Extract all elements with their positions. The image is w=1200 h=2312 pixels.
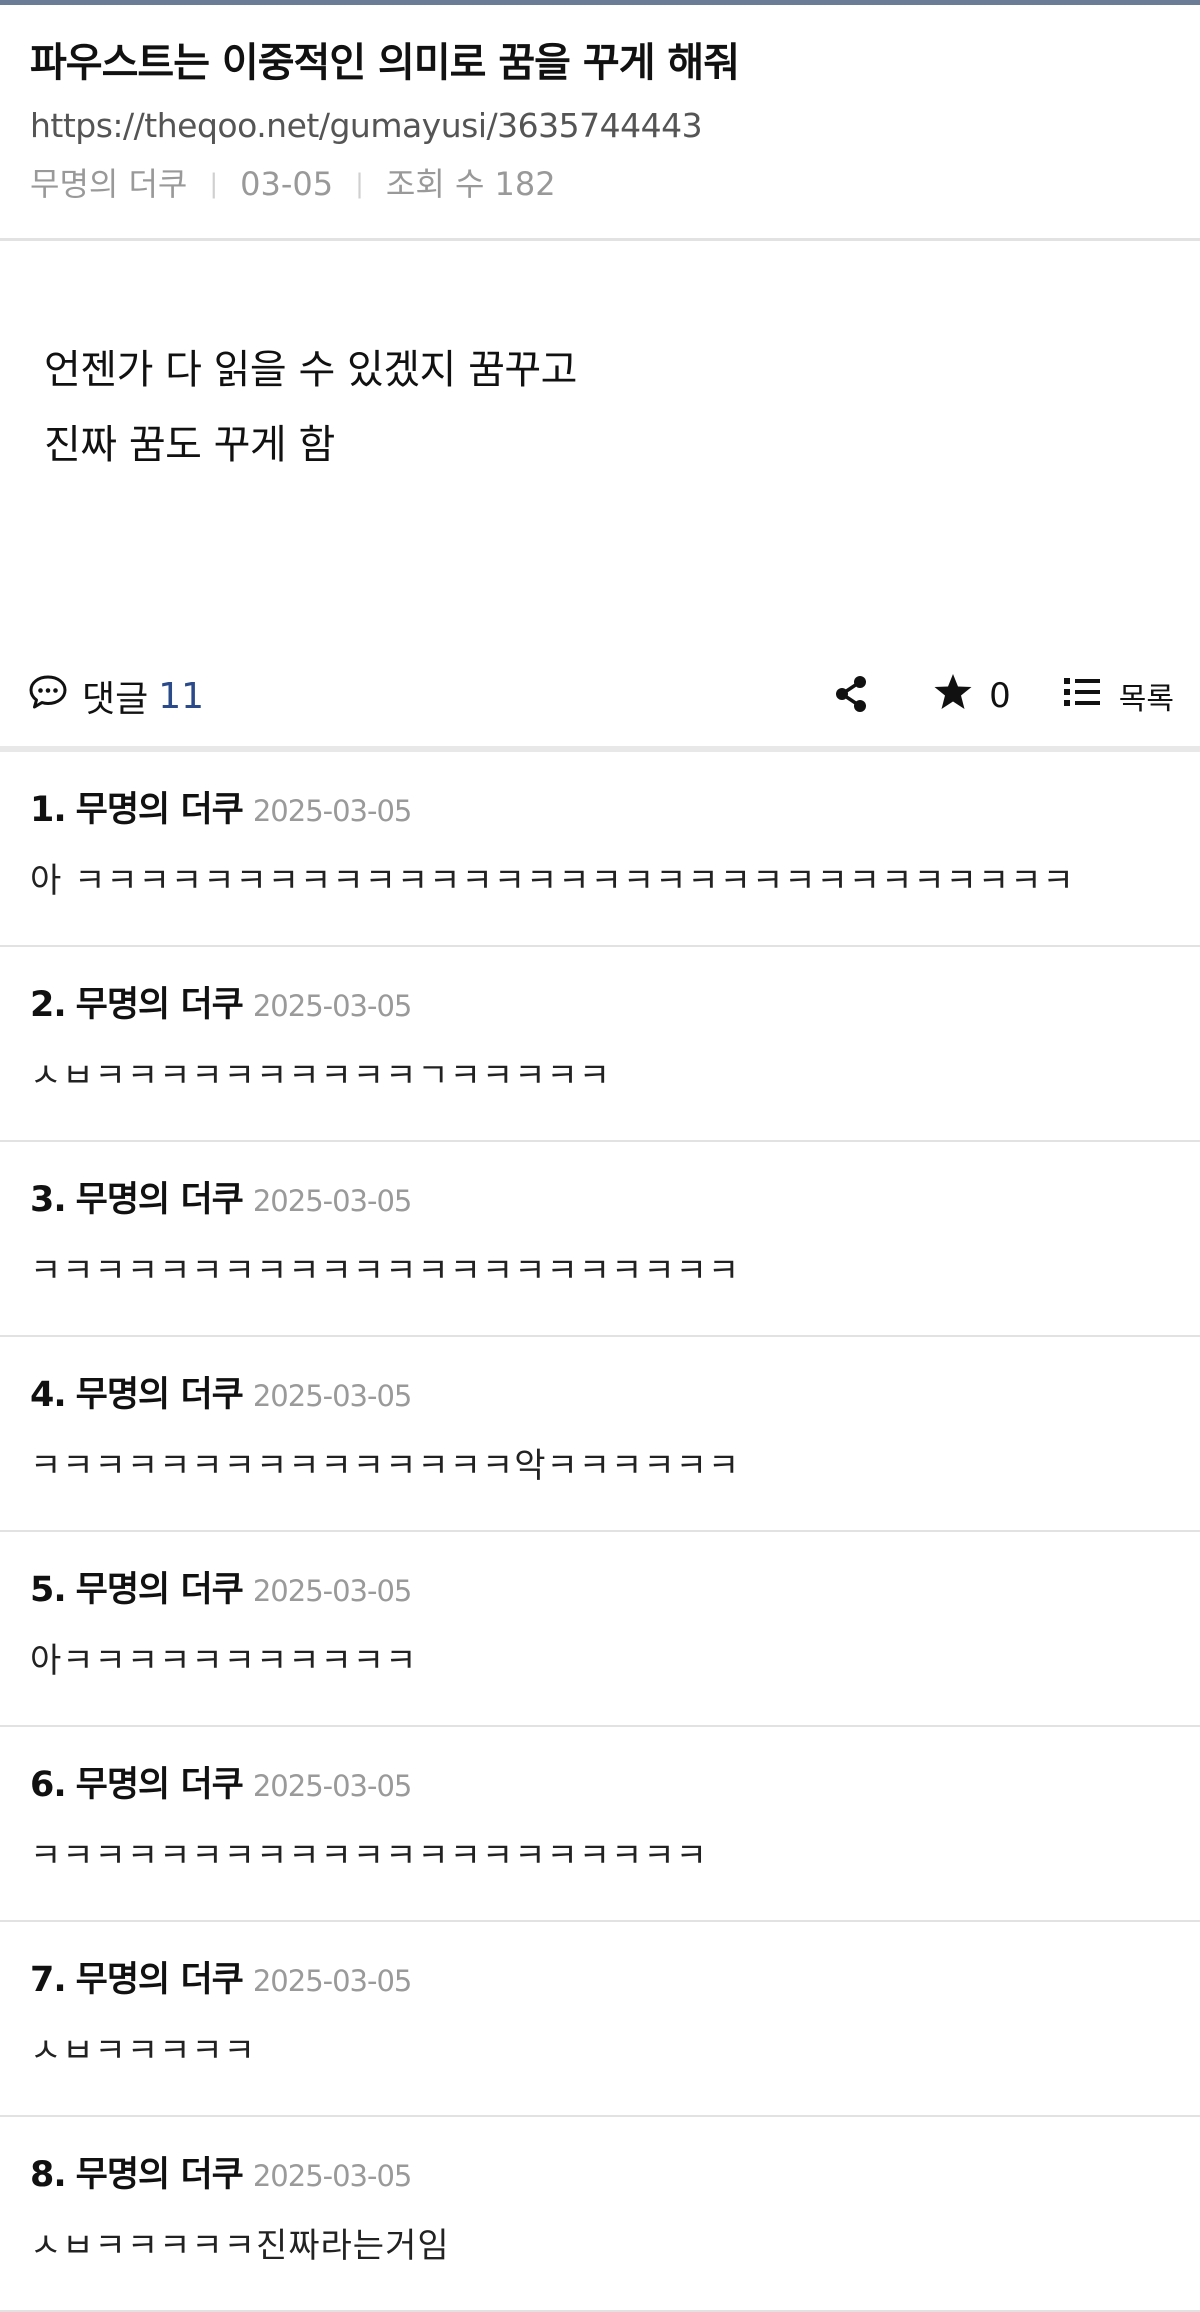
post-body-line: 진짜 꿈도 꾸게 함	[44, 422, 335, 468]
comment-list: 1. 무명의 더쿠 2025-03-05 아 ㅋㅋㅋㅋㅋㅋㅋㅋㅋㅋㅋㅋㅋㅋㅋㅋㅋㅋㅋㅋ…	[0, 752, 1200, 2312]
comment-label: 댓글	[82, 679, 149, 720]
post-body: 언젠가 다 읽을 수 있겠지 꿈꾸고 진짜 꿈도 꾸게 함	[0, 241, 1200, 646]
comment-number: 5.	[30, 1570, 67, 1610]
comment-author: 무명의 더쿠	[75, 1570, 244, 1610]
comment-date: 2025-03-05	[252, 1769, 413, 1803]
comment-header: 2. 무명의 더쿠 2025-03-05	[30, 977, 1170, 1034]
comment-author: 무명의 더쿠	[75, 1765, 244, 1805]
comment-item[interactable]: 3. 무명의 더쿠 2025-03-05 ㅋㅋㅋㅋㅋㅋㅋㅋㅋㅋㅋㅋㅋㅋㅋㅋㅋㅋㅋㅋㅋㅋ	[0, 1142, 1200, 1337]
list-button[interactable]: 목록	[1063, 674, 1174, 718]
comment-date: 2025-03-05	[252, 1574, 413, 1608]
post-views: 조회 수 182	[385, 165, 556, 203]
share-button[interactable]	[831, 676, 871, 716]
comment-item[interactable]: 5. 무명의 더쿠 2025-03-05 아ㅋㅋㅋㅋㅋㅋㅋㅋㅋㅋㅋ	[0, 1532, 1200, 1727]
share-icon	[833, 675, 869, 717]
comment-text: ㅅㅂㅋㅋㅋㅋㅋ진짜라는거임	[30, 2226, 450, 2266]
star-icon	[933, 673, 973, 720]
post-title: 파우스트는 이중적인 의미로 꿈을 꾸게 해줘	[30, 40, 740, 86]
post-author: 무명의 더쿠	[30, 165, 188, 203]
comment-header: 5. 무명의 더쿠 2025-03-05	[30, 1562, 1170, 1619]
post-header: 파우스트는 이중적인 의미로 꿈을 꾸게 해줘 https://theqoo.n…	[0, 5, 1200, 241]
comment-author: 무명의 더쿠	[75, 985, 244, 1025]
post-action-bar: 댓글 11 0 목록	[0, 646, 1200, 752]
comment-text: ㅅㅂㅋㅋㅋㅋㅋ	[30, 2031, 256, 2071]
post-meta: 무명의 더쿠 | 03-05 | 조회 수 182	[30, 159, 1170, 209]
comment-icon	[28, 674, 68, 719]
comment-author: 무명의 더쿠	[75, 1375, 244, 1415]
bookmark-star-button[interactable]: 0	[933, 673, 1011, 720]
meta-divider: |	[355, 169, 364, 199]
comment-author: 무명의 더쿠	[75, 790, 244, 830]
comment-number: 2.	[30, 985, 67, 1025]
comment-number: 4.	[30, 1375, 67, 1415]
post-url[interactable]: https://theqoo.net/gumayusi/3635744443	[30, 101, 1170, 151]
comment-text: 아ㅋㅋㅋㅋㅋㅋㅋㅋㅋㅋㅋ	[30, 1641, 418, 1681]
comment-count-button[interactable]: 댓글 11	[28, 670, 204, 722]
comment-header: 4. 무명의 더쿠 2025-03-05	[30, 1367, 1170, 1424]
comment-number: 1.	[30, 790, 67, 830]
comment-text: ㅋㅋㅋㅋㅋㅋㅋㅋㅋㅋㅋㅋㅋㅋㅋㅋㅋㅋㅋㅋㅋ	[30, 1836, 708, 1876]
comment-text: ㅋㅋㅋㅋㅋㅋㅋㅋㅋㅋㅋㅋㅋㅋㅋㅋㅋㅋㅋㅋㅋㅋ	[30, 1251, 741, 1291]
comment-date: 2025-03-05	[252, 2159, 413, 2193]
comment-date: 2025-03-05	[252, 1964, 413, 1998]
comment-item[interactable]: 7. 무명의 더쿠 2025-03-05 ㅅㅂㅋㅋㅋㅋㅋ	[0, 1922, 1200, 2117]
comment-number: 3.	[30, 1180, 67, 1220]
comment-text: ㅅㅂㅋㅋㅋㅋㅋㅋㅋㅋㅋㅋㄱㅋㅋㅋㅋㅋ	[30, 1056, 612, 1096]
comment-date: 2025-03-05	[252, 989, 413, 1023]
comment-author: 무명의 더쿠	[75, 2155, 244, 2195]
comment-author: 무명의 더쿠	[75, 1180, 244, 1220]
comment-date: 2025-03-05	[252, 794, 413, 828]
comment-date: 2025-03-05	[252, 1184, 413, 1218]
comment-header: 3. 무명의 더쿠 2025-03-05	[30, 1172, 1170, 1229]
post-body-line: 언젠가 다 읽을 수 있겠지 꿈꾸고	[44, 347, 577, 393]
list-icon	[1063, 676, 1101, 716]
comment-header: 7. 무명의 더쿠 2025-03-05	[30, 1952, 1170, 2009]
comment-text: 아 ㅋㅋㅋㅋㅋㅋㅋㅋㅋㅋㅋㅋㅋㅋㅋㅋㅋㅋㅋㅋㅋㅋㅋㅋㅋㅋㅋㅋㅋㅋㅋ	[30, 861, 1075, 901]
comment-item[interactable]: 4. 무명의 더쿠 2025-03-05 ㅋㅋㅋㅋㅋㅋㅋㅋㅋㅋㅋㅋㅋㅋㅋ악ㅋㅋㅋㅋㅋㅋ	[0, 1337, 1200, 1532]
post-actions: 0 목록	[831, 673, 1174, 720]
comment-header: 6. 무명의 더쿠 2025-03-05	[30, 1757, 1170, 1814]
comment-number: 8.	[30, 2155, 67, 2195]
comment-header: 1. 무명의 더쿠 2025-03-05	[30, 782, 1170, 839]
comment-item[interactable]: 2. 무명의 더쿠 2025-03-05 ㅅㅂㅋㅋㅋㅋㅋㅋㅋㅋㅋㅋㄱㅋㅋㅋㅋㅋ	[0, 947, 1200, 1142]
star-count: 0	[989, 676, 1011, 716]
post-date: 03-05	[240, 165, 334, 203]
meta-divider: |	[209, 169, 219, 199]
comment-count: 11	[158, 675, 205, 717]
comment-text: ㅋㅋㅋㅋㅋㅋㅋㅋㅋㅋㅋㅋㅋㅋㅋ악ㅋㅋㅋㅋㅋㅋ	[30, 1446, 741, 1486]
comment-author: 무명의 더쿠	[75, 1960, 244, 2000]
comment-item[interactable]: 6. 무명의 더쿠 2025-03-05 ㅋㅋㅋㅋㅋㅋㅋㅋㅋㅋㅋㅋㅋㅋㅋㅋㅋㅋㅋㅋㅋ	[0, 1727, 1200, 1922]
comment-date: 2025-03-05	[252, 1379, 413, 1413]
comment-number: 7.	[30, 1960, 67, 2000]
comment-item[interactable]: 1. 무명의 더쿠 2025-03-05 아 ㅋㅋㅋㅋㅋㅋㅋㅋㅋㅋㅋㅋㅋㅋㅋㅋㅋㅋㅋㅋ…	[0, 752, 1200, 947]
comment-header: 8. 무명의 더쿠 2025-03-05	[30, 2147, 1170, 2204]
list-label: 목록	[1118, 682, 1174, 717]
comment-item[interactable]: 8. 무명의 더쿠 2025-03-05 ㅅㅂㅋㅋㅋㅋㅋ진짜라는거임	[0, 2117, 1200, 2312]
comment-number: 6.	[30, 1765, 67, 1805]
